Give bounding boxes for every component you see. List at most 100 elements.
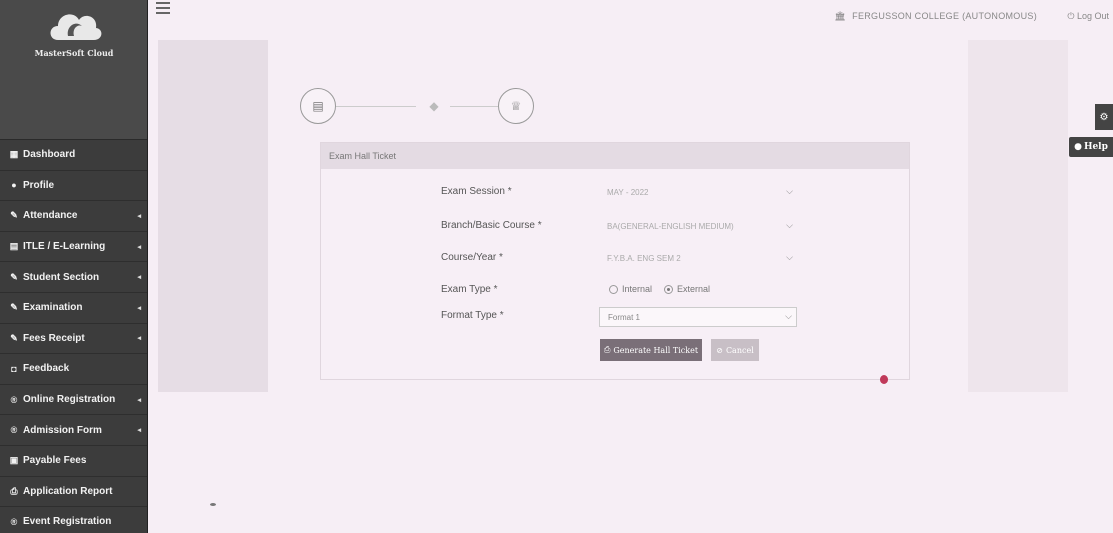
registered-icon: ® [10,516,18,527]
step-indicator: ▤ ◆ ♕ [300,88,560,126]
exam-type-radio-group: Internal External [609,284,710,294]
sidebar-item-label: Application Report [23,485,113,497]
user-icon: ● [11,180,17,191]
sidebar-item-online-registration[interactable]: ® Online Registration ◂ [0,384,147,416]
print-icon: ⎙ [603,345,611,354]
pencil-icon: ✎ [10,332,18,343]
chevron-left-icon: ◂ [137,243,141,251]
sidebar-item-event-registration[interactable]: ® Event Registration [0,507,147,533]
power-icon: ⏻ [1067,11,1075,21]
course-year-select[interactable]: F.Y.B.A. ENG SEM 2 ⌵ [599,249,797,269]
sidebar-item-label: Examination [23,302,83,314]
course-year-value: F.Y.B.A. ENG SEM 2 [607,254,681,263]
print-icon: ⎙ [10,485,18,496]
cancel-icon: ⊘ [716,345,723,355]
sidebar-item-attendance[interactable]: ✎ Attendance ◂ [0,201,147,232]
format-type-select[interactable]: Format 1 ⌵ [599,307,797,327]
exam-session-value: MAY - 2022 [607,188,649,197]
exam-session-row: Exam Session * MAY - 2022 ⌵ [321,183,911,203]
branch-value: BA(GENERAL-ENGLISH MEDIUM) [607,222,734,231]
logout-link[interactable]: ⏻ Log Out [1067,11,1109,22]
sidebar-item-profile[interactable]: ● Profile [0,170,147,202]
format-type-row: Format Type * Format 1 ⌵ [321,307,911,327]
exam-session-select[interactable]: MAY - 2022 ⌵ [599,183,797,203]
step-connector-icon: ◆ [429,99,439,113]
trophy-step-icon[interactable]: ♕ [498,88,534,124]
institution-icon: 🏛︎ [834,11,847,21]
sidebar-item-label: Event Registration [23,516,112,528]
branch-row: Branch/Basic Course * BA(GENERAL-ENGLISH… [321,217,911,237]
chevron-down-icon: ⌵ [785,311,792,321]
content-shade-left [158,40,268,392]
registered-icon: ® [10,425,18,436]
chevron-left-icon: ◂ [137,335,141,343]
sidebar-item-label: Profile [23,179,55,191]
branch-select[interactable]: BA(GENERAL-ENGLISH MEDIUM) ⌵ [599,217,797,237]
dashboard-icon: ▦ [9,149,19,160]
chevron-left-icon: ◂ [137,212,141,220]
content-shade-right [968,40,1068,392]
exam-session-label: Exam Session * [441,186,512,197]
sidebar: MasterSoft Cloud ▦ Dashboard ● Profile ✎ Atte… [0,0,148,533]
step-connector [450,106,498,107]
generate-hall-ticket-button[interactable]: ⎙ Generate Hall Ticket [600,339,702,361]
sidebar-item-label: Student Section [23,271,100,283]
sidebar-item-dashboard[interactable]: ▦ Dashboard [0,140,147,171]
cancel-button[interactable]: ⊘ Cancel [711,339,759,361]
help-label: Help [1083,142,1108,152]
sidebar-item-label: Admission Form [23,424,102,436]
course-year-label: Course/Year * [441,252,503,263]
internal-radio[interactable]: Internal [609,284,652,294]
sidebar-item-label: ITLE / E-Learning [23,241,106,253]
format-type-value: Format 1 [608,313,641,322]
sidebar-item-payable-fees[interactable]: ▣ Payable Fees [0,445,147,477]
cloud-logo-icon [50,14,102,40]
college-label: FERGUSSON COLLEGE (AUTONOMOUS) [852,11,1037,21]
sidebar-item-fees-receipt[interactable]: ✎ Fees Receipt ◂ [0,323,147,355]
step-connector [336,106,416,107]
registered-icon: ® [10,394,18,405]
hall-ticket-panel: Exam Hall Ticket Exam Session * MAY - 20… [320,142,910,380]
chevron-left-icon: ◂ [137,274,141,282]
calendar-step-icon[interactable]: ▤ [300,88,336,124]
external-label: External [677,284,711,294]
logo-area: MasterSoft Cloud [0,0,147,140]
help-button[interactable]: ● Help [1069,137,1113,157]
sidebar-item-itle-e-learning[interactable]: ▤ ITLE / E-Learning ◂ [0,231,147,263]
logout-label: Log Out [1076,11,1109,21]
sidebar-item-student-section[interactable]: ✎ Student Section ◂ [0,262,147,293]
topbar: 🏛︎ FERGUSSON COLLEGE (AUTONOMOUS) ⏻ Log O… [148,0,1113,34]
money-icon: ▣ [9,455,19,466]
question-icon: ● [1074,142,1082,152]
branch-label: Branch/Basic Course * [441,220,542,231]
sidebar-item-examination[interactable]: ✎ Examination ◂ [0,292,147,324]
internal-label: Internal [622,284,653,294]
scan-speck [880,375,888,384]
exam-type-label: Exam Type * [441,284,498,295]
feedback-icon: ◘ [11,363,17,374]
sidebar-item-label: Payable Fees [23,455,87,467]
sidebar-item-admission-form[interactable]: ® Admission Form ◂ [0,415,147,446]
panel-title: Exam Hall Ticket [321,143,909,169]
external-radio[interactable]: External [664,284,710,294]
sidebar-item-label: Attendance [23,210,78,222]
sidebar-item-application-report[interactable]: ⎙ Application Report [0,476,147,508]
chevron-left-icon: ◂ [137,427,141,435]
brand-name: MasterSoft Cloud [34,48,114,58]
exam-type-row: Exam Type * Internal External [321,281,911,301]
course-year-row: Course/Year * F.Y.B.A. ENG SEM 2 ⌵ [321,249,911,269]
sidebar-item-label: Online Registration [23,394,116,406]
sidebar-item-label: Feedback [23,363,70,375]
chevron-down-icon: ⌵ [786,252,793,262]
sidebar-nav: ▦ Dashboard ● Profile ✎ Attendance ◂ ▤ ITLE / E-… [0,140,147,533]
pencil-icon: ✎ [10,302,18,313]
radio-unchecked-icon [609,284,618,294]
chevron-down-icon: ⌵ [786,220,793,230]
settings-button[interactable]: ⚙ [1095,104,1113,130]
institution-icon: ▤ [9,241,19,252]
sidebar-item-label: Dashboard [23,149,76,161]
sidebar-item-feedback[interactable]: ◘ Feedback [0,354,147,385]
format-type-label: Format Type * [441,310,504,321]
college-name: 🏛︎ FERGUSSON COLLEGE (AUTONOMOUS) [834,11,1037,22]
menu-toggle-icon[interactable] [156,2,170,14]
